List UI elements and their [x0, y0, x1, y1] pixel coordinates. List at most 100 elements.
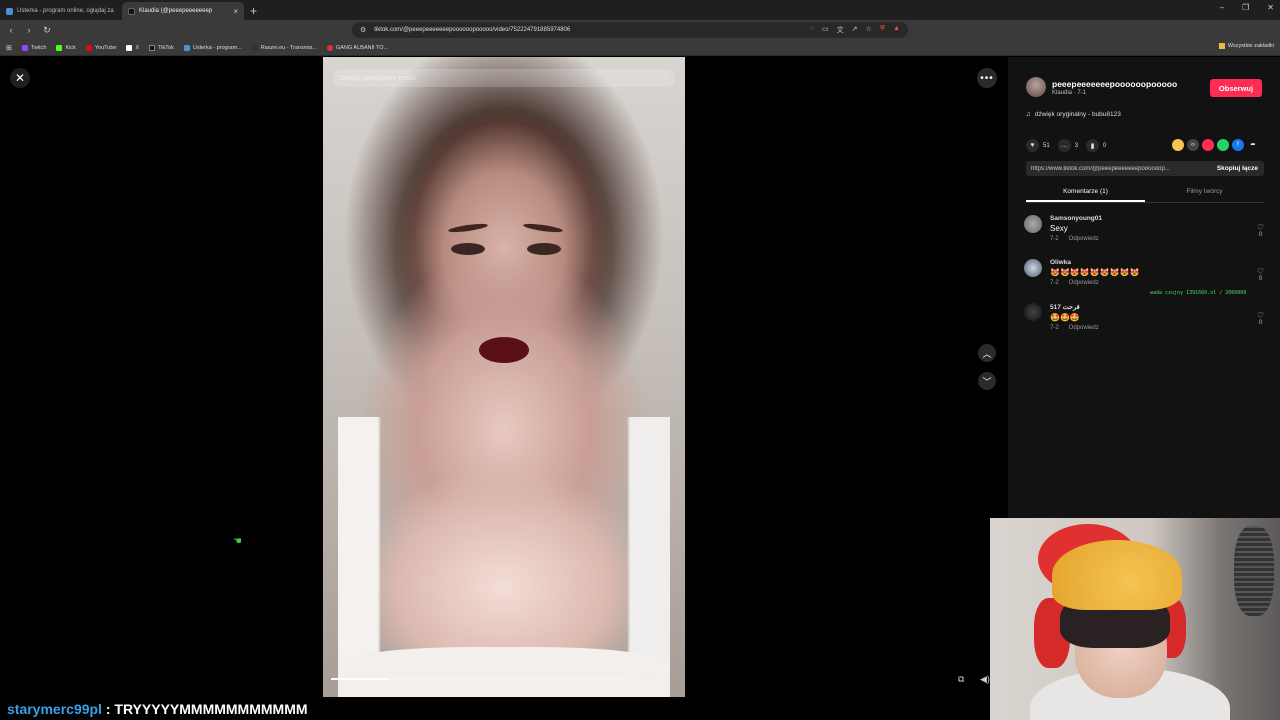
reply-button[interactable]: Odpowiedz [1069, 236, 1099, 242]
comment-like-count: 0 [1258, 320, 1263, 326]
commenter-name[interactable]: Oliwka [1050, 259, 1250, 266]
comment-text: 🤩🤩🤩 [1050, 313, 1080, 322]
close-video-button[interactable]: ✕ [10, 68, 30, 88]
video-player[interactable]: Znajdź powiązane treści ⌕ 00:02/00:10 [323, 57, 685, 700]
search-icon[interactable]: ⌕ [663, 73, 667, 83]
bookmark-twitch[interactable]: Twitch [21, 44, 46, 51]
comment-text: Sexy [1050, 224, 1068, 233]
comment-date: 7-2 [1050, 280, 1059, 286]
tab-close-icon[interactable]: × [233, 7, 238, 16]
previous-video-button[interactable]: ︿ [978, 344, 996, 362]
bookmark-kick[interactable]: Kick [56, 44, 76, 51]
address-bar[interactable]: ⚙ tiktok.com/@peeepeeeeeeepoooooopooooo/… [352, 22, 908, 38]
more-options-button[interactable]: ••• [977, 68, 997, 88]
commenter-name[interactable]: 517 قرحت [1050, 303, 1250, 311]
forward-icon[interactable]: › [22, 25, 36, 35]
related-search-input[interactable]: Znajdź powiązane treści ⌕ [333, 69, 675, 87]
bookmark-gang[interactable]: GANG ALBANII TO... [327, 44, 388, 51]
video-frame [338, 647, 670, 700]
video-link[interactable]: https://www.tiktok.com/@peeepeeeeeeepooo… [1031, 166, 1203, 172]
author-name[interactable]: peeepeeeeeeepoooooopooooo [1052, 79, 1177, 89]
comment-like[interactable]: ♡ 0 [1257, 267, 1264, 282]
bookmark-x[interactable]: X [126, 44, 139, 51]
heart-outline-icon: ♡ [1256, 311, 1264, 320]
video-frame [447, 222, 489, 234]
comment-icon: … [1057, 139, 1071, 152]
chevron-down-icon: ﹀ [982, 376, 992, 387]
next-video-button[interactable]: ﹀ [978, 372, 996, 390]
copy-link-button[interactable]: Skopiuj łącze [1217, 165, 1258, 172]
tab-creator-videos[interactable]: Filmy twórcy [1145, 185, 1264, 202]
search-placeholder: Znajdź powiązane treści [340, 74, 416, 82]
bookmark-star-icon[interactable]: ☆ [866, 25, 872, 35]
comment-like[interactable]: ♡ 0 [1257, 311, 1264, 326]
tiktok-icon [149, 44, 156, 51]
video-progress-bar[interactable] [331, 678, 623, 680]
share-icon[interactable]: ↗ [852, 25, 858, 35]
sound-title: dźwięk oryginalny - bubu8123 [1034, 111, 1121, 118]
alert-icon[interactable]: ▲ [893, 25, 900, 35]
x-icon [126, 44, 133, 51]
chat-text: TRYYYYYMMMMMMMMMMM [114, 700, 308, 717]
eye-off-icon[interactable]: ◌ [810, 25, 814, 35]
reload-icon[interactable]: ↻ [40, 25, 54, 36]
commenter-avatar[interactable] [1024, 215, 1042, 233]
apps-icon[interactable]: ⊞ [6, 44, 12, 52]
screen: Usterka - program online, oglądaj za Kla… [0, 0, 1280, 720]
microphone-image [1234, 526, 1274, 616]
sound-link[interactable]: ♫ dźwięk oryginalny - bubu8123 [1026, 111, 1121, 118]
translate-icon[interactable]: 文 [837, 25, 844, 35]
all-bookmarks[interactable]: Wszystkie zakładki [1218, 43, 1274, 49]
back-icon[interactable]: ‹ [4, 25, 18, 35]
whatsapp-icon[interactable] [1217, 139, 1229, 151]
heart-icon: ♥ [1026, 139, 1039, 152]
minimize-icon[interactable]: – [1220, 3, 1224, 12]
tab-title: Klaudia (@peeepeeeeeeep [139, 8, 213, 14]
like-count: 51 [1043, 142, 1050, 149]
video-frame [522, 222, 564, 234]
save-button[interactable]: ▮ 0 [1086, 139, 1106, 152]
tab-usterka[interactable]: Usterka - program online, oglądaj za [0, 2, 122, 20]
bookmark-usterka[interactable]: Usterka - program... [183, 44, 242, 51]
browser-toolbar: ‹ › ↻ ⚙ tiktok.com/@peeepeeeeeeepoooooop… [0, 20, 1280, 53]
reply-button[interactable]: Odpowiedz [1069, 325, 1099, 331]
friends-share-icon[interactable] [1172, 139, 1184, 151]
comment-button[interactable]: … 3 [1057, 139, 1078, 152]
comment-date: 7-2 [1050, 236, 1059, 242]
author-subtitle: Klaudia · 7-1 [1052, 89, 1087, 96]
shield-icon[interactable]: ⛨ [880, 25, 885, 35]
reply-button[interactable]: Odpowiedz [1069, 280, 1099, 286]
embed-icon[interactable]: ‹› [1187, 139, 1199, 151]
bookmark-youtube[interactable]: YouTube [85, 44, 116, 51]
bookmark-tiktok[interactable]: TikTok [149, 44, 174, 51]
video-frame [451, 243, 485, 255]
streamer-webcam [990, 518, 1280, 720]
share-arrow-icon[interactable]: ➦ [1247, 139, 1259, 151]
author-info[interactable]: peeepeeeeeeepoooooopooooo Klaudia · 7-1 [1026, 77, 1177, 97]
engagement-stats: ♥ 51 … 3 ▮ 0 [1026, 139, 1106, 152]
commenter-avatar[interactable] [1024, 303, 1042, 321]
comment-like[interactable]: ♡ 0 [1257, 223, 1264, 238]
facebook-icon[interactable]: f [1232, 139, 1244, 151]
send-icon[interactable] [1202, 139, 1214, 151]
floating-player-icon[interactable]: ⧉ [958, 674, 964, 685]
usterka-favicon [6, 7, 13, 15]
follow-button[interactable]: Obserwuj [1210, 79, 1262, 97]
like-button[interactable]: ♥ 51 [1026, 139, 1050, 152]
volume-icon[interactable]: ◀) [980, 674, 990, 685]
tab-tiktok[interactable]: Klaudia (@peeepeeeeeeep × [122, 2, 244, 20]
maximize-icon[interactable]: ❐ [1242, 3, 1249, 12]
address-bar-icons: ◌ ▭ 文 ↗ ☆ ⛨ ▲ [810, 25, 908, 35]
commenter-avatar[interactable] [1024, 259, 1042, 277]
chevron-up-icon: ︿ [982, 348, 992, 359]
cast-icon[interactable]: ▭ [822, 25, 829, 35]
bookmark-raszei[interactable]: Raszei.eu - Transmis... [251, 44, 317, 51]
bookmark-icon: ▮ [1086, 139, 1100, 152]
new-tab-icon[interactable]: + [250, 4, 257, 18]
commenter-name[interactable]: Samsonyoung01 [1050, 215, 1250, 222]
author-avatar[interactable] [1026, 77, 1046, 97]
tab-comments[interactable]: Komentarze (1) [1026, 185, 1145, 202]
video-frame [479, 337, 529, 363]
window-close-icon[interactable]: ✕ [1267, 3, 1274, 12]
site-info-icon[interactable]: ⚙ [360, 26, 366, 34]
